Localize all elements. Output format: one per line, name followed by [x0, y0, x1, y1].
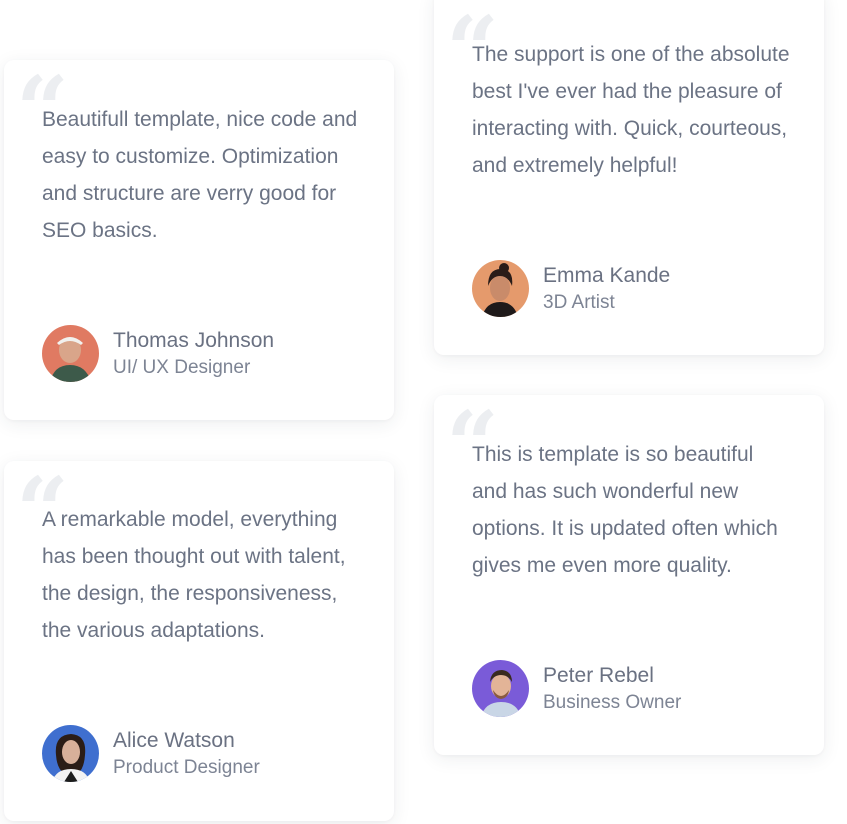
- author-role: Business Owner: [543, 691, 682, 713]
- testimonial-author: Alice Watson Product Designer: [42, 725, 260, 782]
- testimonial-quote: This is template is so beautiful and has…: [472, 443, 778, 577]
- testimonial-author: Peter Rebel Business Owner: [472, 660, 681, 717]
- testimonial-quote: A remarkable model, everything has been …: [42, 508, 346, 642]
- testimonial-quote: Beautifull template, nice code and easy …: [42, 108, 358, 242]
- avatar: [42, 325, 99, 382]
- author-role: 3D Artist: [543, 291, 615, 313]
- author-name: Thomas Johnson: [113, 328, 275, 352]
- avatar: [472, 260, 529, 317]
- testimonial-card: “ Beautifull template, nice code and eas…: [4, 60, 394, 420]
- testimonial-author: Thomas Johnson UI/ UX Designer: [42, 325, 274, 382]
- avatar: [42, 725, 99, 782]
- author-role: Product Designer: [113, 756, 260, 778]
- testimonial-card: “ A remarkable model, everything has bee…: [4, 461, 394, 821]
- author-name: Emma Kande: [543, 263, 671, 287]
- testimonial-author: Emma Kande 3D Artist: [472, 260, 670, 317]
- testimonial-quote: The support is one of the absolute best …: [472, 43, 790, 177]
- testimonial-card: “ This is template is so beautiful and h…: [434, 395, 824, 755]
- author-name: Peter Rebel: [543, 663, 654, 687]
- author-role: UI/ UX Designer: [113, 356, 251, 378]
- testimonial-card: “ The support is one of the absolute bes…: [434, 0, 824, 355]
- author-name: Alice Watson: [113, 728, 235, 752]
- avatar: [472, 660, 529, 717]
